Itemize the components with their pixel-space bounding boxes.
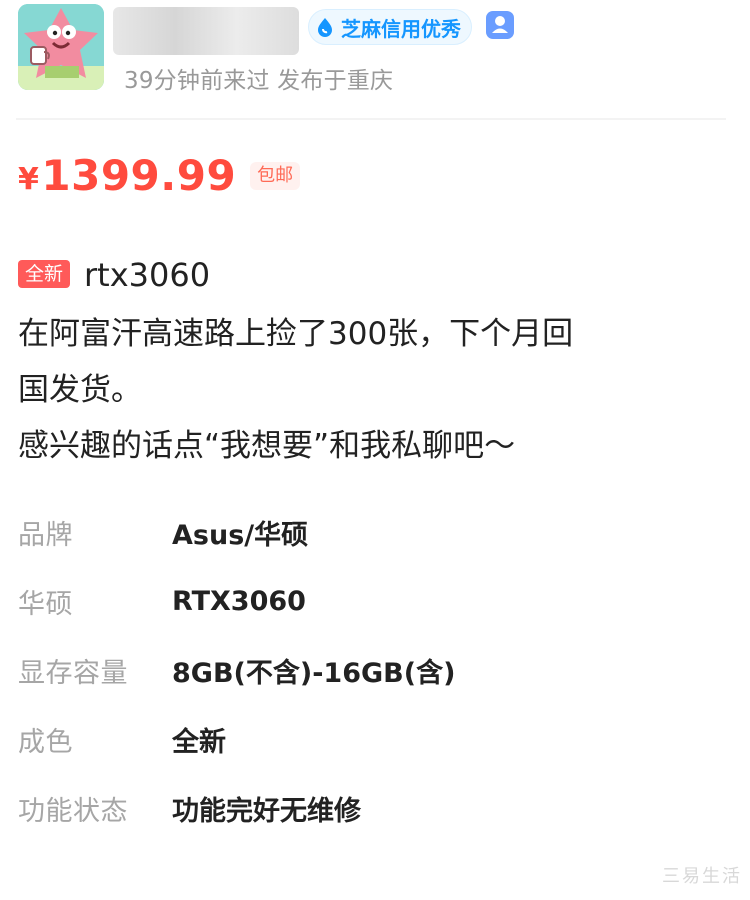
watermark: 三易生活 — [662, 866, 742, 887]
spec-list: 品牌 Asus/华硕 华硕 RTX3060 显存容量 8GB(不含)-16GB(… — [18, 498, 718, 843]
description-line: 感兴趣的话点“我想要”和我私聊吧～ — [18, 428, 516, 464]
blurred-seller-name — [113, 7, 299, 55]
description-line: 国发货。 — [18, 372, 142, 408]
price-amount: 1399.99 — [41, 151, 237, 200]
spec-value: 8GB(不含)-16GB(含) — [172, 658, 456, 689]
spec-row-model: 华硕 RTX3060 — [18, 567, 718, 636]
shipping-tag: 包邮 — [250, 162, 301, 190]
credit-badge-label: 芝麻信用优秀 — [341, 16, 461, 41]
spec-row-condition: 成色 全新 — [18, 705, 718, 774]
price: ¥1399.99 — [18, 155, 236, 197]
spec-value: Asus/华硕 — [172, 520, 309, 551]
spec-row-brand: 品牌 Asus/华硕 — [18, 498, 718, 567]
seller-meta: 39分钟前来过 发布于重庆 — [124, 68, 394, 94]
price-row: ¥1399.99 包邮 — [18, 155, 301, 197]
listing-page: 芝麻信用优秀 39分钟前来过 发布于重庆 ¥1399.99 包邮 全新 rtx3… — [0, 0, 750, 900]
condition-tag: 全新 — [18, 260, 71, 288]
seller-header: 芝麻信用优秀 39分钟前来过 发布于重庆 — [18, 4, 738, 114]
description-line: 在阿富汗高速路上捡了300张，下个月回 — [18, 316, 574, 352]
water-drop-icon — [318, 18, 332, 37]
seller-avatar[interactable] — [18, 4, 104, 90]
header-divider — [16, 118, 726, 120]
spec-label: 功能状态 — [18, 796, 128, 827]
spec-value: 全新 — [172, 727, 226, 758]
spec-label: 成色 — [18, 727, 73, 758]
spec-value: 功能完好无维修 — [172, 796, 361, 827]
spec-value: RTX3060 — [172, 586, 306, 617]
spec-row-function: 功能状态 功能完好无维修 — [18, 774, 718, 843]
verified-user-icon[interactable] — [485, 10, 515, 40]
spec-label: 品牌 — [18, 520, 73, 551]
title-line: 全新 rtx3060 — [18, 252, 728, 298]
description-block: 全新 rtx3060 在阿富汗高速路上捡了300张，下个月回 国发货。 感兴趣的… — [18, 252, 728, 474]
credit-badge[interactable]: 芝麻信用优秀 — [308, 9, 472, 45]
currency-symbol: ¥ — [18, 162, 40, 197]
spec-row-memory: 显存容量 8GB(不含)-16GB(含) — [18, 636, 718, 705]
patrick-star-avatar-icon — [18, 4, 104, 90]
spec-label: 显存容量 — [18, 658, 128, 689]
spec-label: 华硕 — [18, 589, 73, 620]
item-title: rtx3060 — [84, 256, 211, 294]
